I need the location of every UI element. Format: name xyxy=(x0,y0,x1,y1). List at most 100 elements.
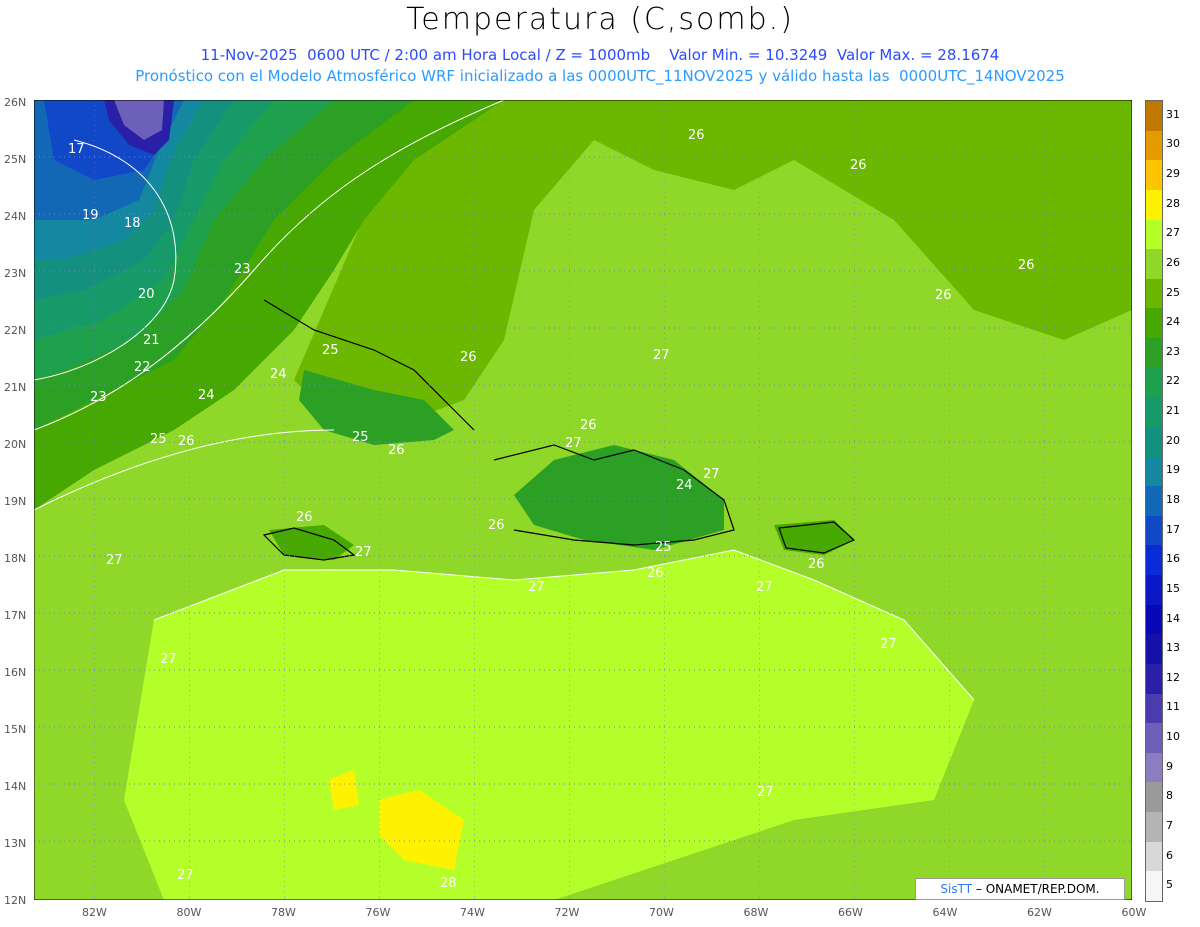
legend-swatch xyxy=(1146,397,1162,427)
legend-value: 13 xyxy=(1166,641,1180,655)
legend-value: 8 xyxy=(1166,789,1173,803)
contour-label: 28 xyxy=(440,876,457,891)
legend-swatch xyxy=(1146,219,1162,250)
lon-label: 74W xyxy=(460,906,485,919)
lon-label: 72W xyxy=(554,906,580,919)
contour-label: 17 xyxy=(68,142,85,157)
legend-value: 11 xyxy=(1166,700,1180,714)
legend-value: 6 xyxy=(1166,848,1173,862)
legend-swatch xyxy=(1146,486,1162,516)
contour-label: 26 xyxy=(488,518,505,533)
legend-swatch xyxy=(1146,456,1162,487)
legend-value: 17 xyxy=(1166,522,1180,536)
contour-label: 26 xyxy=(580,418,597,433)
contour-label: 25 xyxy=(150,432,167,447)
lat-label: 25N xyxy=(4,153,27,166)
legend-value: 25 xyxy=(1166,285,1180,299)
contour-label: 26 xyxy=(688,128,705,143)
legend-value: 18 xyxy=(1166,493,1180,506)
legend-swatch xyxy=(1146,515,1162,546)
color-legend xyxy=(1145,100,1163,902)
legend-value: 14 xyxy=(1166,611,1180,625)
lon-label: 78W xyxy=(271,906,296,919)
contour-label: 26 xyxy=(808,557,825,572)
contour-label: 27 xyxy=(528,580,545,595)
legend-swatch xyxy=(1146,575,1162,605)
contour-label: 26 xyxy=(296,510,313,525)
contour-label: 27 xyxy=(880,637,897,652)
chart-title: Temperatura (C,somb.) xyxy=(406,2,794,37)
legend-swatch xyxy=(1146,189,1162,220)
legend-value: 28 xyxy=(1166,196,1180,210)
lat-label: 24N xyxy=(4,210,27,223)
subtitle-run-info: 11-Nov-2025 0600 UTC / 2:00 am Hora Loca… xyxy=(200,46,1000,64)
legend-value: 10 xyxy=(1166,730,1180,744)
legend-swatch xyxy=(1146,752,1162,783)
lon-label: 80W xyxy=(176,906,202,919)
legend-value: 7 xyxy=(1166,818,1173,832)
contour-label: 27 xyxy=(653,348,670,363)
legend-value: 29 xyxy=(1166,167,1180,181)
contour-label: 27 xyxy=(355,545,372,560)
legend-value: 31 xyxy=(1166,107,1180,121)
legend-value: 30 xyxy=(1166,137,1180,151)
lon-label: 76W xyxy=(365,906,391,919)
legend-swatch xyxy=(1146,634,1162,664)
legend-swatch xyxy=(1146,130,1162,161)
legend-swatch xyxy=(1146,101,1162,131)
legend-swatch xyxy=(1146,871,1162,901)
contour-label: 26 xyxy=(460,350,477,365)
lat-label: 15N xyxy=(4,723,27,736)
lat-label: 21N xyxy=(4,381,27,394)
contour-label: 27 xyxy=(703,467,720,482)
contour-label: 24 xyxy=(198,388,215,403)
contour-label: 27 xyxy=(757,785,774,800)
contour-label: 27 xyxy=(177,868,194,883)
legend-swatch xyxy=(1146,545,1162,576)
lon-label: 66W xyxy=(838,906,863,919)
legend-value: 15 xyxy=(1166,581,1180,595)
contour-label: 24 xyxy=(676,478,693,493)
lon-label: 64W xyxy=(932,906,958,919)
contour-label: 26 xyxy=(935,288,952,303)
lat-label: 22N xyxy=(4,324,27,337)
lat-label: 14N xyxy=(4,780,27,793)
contour-label: 27 xyxy=(565,436,582,451)
lat-label: 12N xyxy=(4,894,27,907)
contour-label: 25 xyxy=(322,343,339,358)
lon-label: 68W xyxy=(743,906,769,919)
legend-swatch xyxy=(1146,160,1162,190)
legend-value: 26 xyxy=(1166,255,1180,269)
sistt-brand: SisTT xyxy=(940,882,973,896)
contour-label: 22 xyxy=(134,360,151,375)
contour-label: 23 xyxy=(90,390,107,405)
lon-label: 62W xyxy=(1027,906,1052,919)
onamet-credit: – ONAMET/REP.DOM. xyxy=(972,882,1100,896)
legend-value: 19 xyxy=(1166,463,1180,477)
legend-swatch xyxy=(1146,723,1162,753)
contour-label: 26 xyxy=(647,566,664,581)
legend-swatch xyxy=(1146,693,1162,724)
lat-label: 18N xyxy=(4,552,27,565)
legend-value: 12 xyxy=(1166,670,1180,684)
lat-label: 16N xyxy=(4,666,27,679)
contour-label: 26 xyxy=(850,158,867,173)
legend-swatch xyxy=(1146,249,1162,279)
contour-label: 21 xyxy=(143,333,160,348)
contour-label: 20 xyxy=(138,287,155,302)
legend-value: 27 xyxy=(1166,226,1180,240)
subtitle-model-info: Pronóstico con el Modelo Atmosférico WRF… xyxy=(135,67,1065,85)
lon-label: 82W xyxy=(82,906,107,919)
legend-swatch xyxy=(1146,426,1162,457)
legend-value: 21 xyxy=(1166,404,1180,418)
lon-gridlines xyxy=(34,100,1132,900)
lat-label: 26N xyxy=(4,96,27,109)
legend-swatch xyxy=(1146,308,1162,339)
contour-label: 27 xyxy=(756,580,773,595)
legend-value: 5 xyxy=(1166,878,1173,892)
legend-value: 20 xyxy=(1166,433,1180,447)
lat-label: 13N xyxy=(4,837,27,850)
legend-swatch xyxy=(1146,278,1162,309)
legend-value: 9 xyxy=(1166,759,1173,773)
contour-label: 26 xyxy=(1018,258,1035,273)
